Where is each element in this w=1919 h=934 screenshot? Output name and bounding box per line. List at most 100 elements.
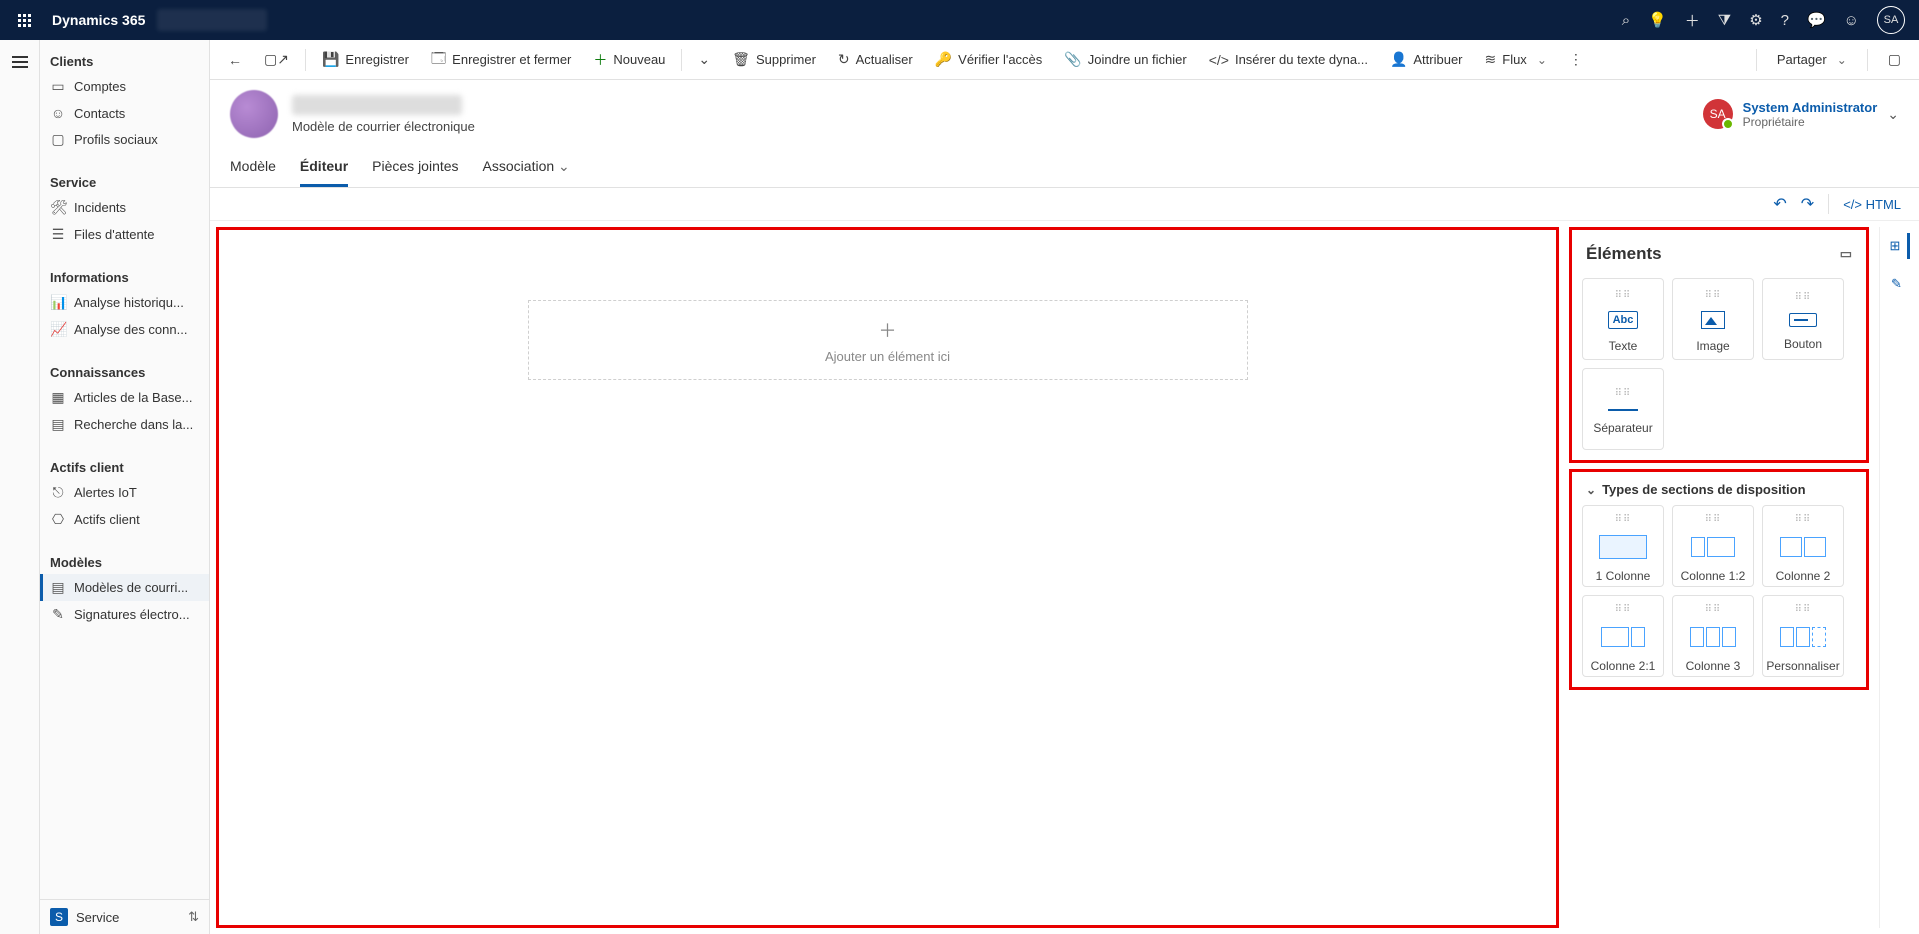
overflow-button[interactable]: ⋮ xyxy=(1559,45,1593,74)
nav-item-label: Files d'attente xyxy=(74,227,155,242)
cmd-label: Partager xyxy=(1777,52,1827,67)
layout-column-2[interactable]: ⠿⠿ Colonne 2 xyxy=(1762,505,1844,587)
layout-1-column[interactable]: ⠿⠿ 1 Colonne xyxy=(1582,505,1664,587)
grip-icon: ⠿⠿ xyxy=(1615,388,1632,399)
filter-icon[interactable]: ⧩ xyxy=(1718,12,1731,29)
nav-item-queues[interactable]: ☰Files d'attente xyxy=(40,221,209,248)
lightbulb-icon[interactable]: 💡 xyxy=(1648,11,1667,29)
panel-icon: ▢ xyxy=(1888,51,1901,68)
nav-item-contacts[interactable]: ☺ Contacts xyxy=(40,100,209,126)
nav-group-clients: Clients xyxy=(40,46,209,73)
nav-item-email-signatures[interactable]: ✎Signatures électro... xyxy=(40,601,209,628)
app-name-blurred xyxy=(157,9,267,31)
new-button[interactable]: ＋Nouveau xyxy=(583,44,675,76)
layout-column-3[interactable]: ⠿⠿ Colonne 3 xyxy=(1672,595,1754,677)
nav-item-customer-assets[interactable]: ⎔ Actifs client xyxy=(40,506,209,533)
nav-item-social-profiles[interactable]: ▢Profils sociaux xyxy=(40,126,209,153)
nav-item-knowledge-analytics[interactable]: 📈Analyse des conn... xyxy=(40,316,209,343)
share-button[interactable]: Partager xyxy=(1767,46,1857,73)
chevron-down-icon[interactable]: ⌄ xyxy=(1586,483,1596,497)
nav-item-kb-articles[interactable]: ▦Articles de la Base... xyxy=(40,384,209,411)
cmd-label: Insérer du texte dyna... xyxy=(1235,52,1368,67)
tab-model[interactable]: Modèle xyxy=(230,148,276,187)
template-icon: ▤ xyxy=(50,579,66,596)
layouts-panel: ⌄ Types de sections de disposition ⠿⠿ 1 … xyxy=(1569,469,1869,690)
elements-tools-button[interactable]: ⊞ xyxy=(1884,233,1910,259)
refresh-button[interactable]: ↻Actualiser xyxy=(828,45,923,74)
empty-drop-zone[interactable]: ＋ Ajouter un élément ici xyxy=(528,300,1248,380)
help-icon[interactable]: ? xyxy=(1781,12,1789,29)
user-avatar[interactable]: SA xyxy=(1877,6,1905,34)
layout-custom[interactable]: ⠿⠿ Personnaliser xyxy=(1762,595,1844,677)
check-access-button[interactable]: 🔑Vérifier l'accès xyxy=(925,45,1053,74)
col21-icon xyxy=(1599,625,1647,649)
nav-item-incidents[interactable]: 🛠Incidents xyxy=(40,194,209,221)
attach-file-button[interactable]: 📎Joindre un fichier xyxy=(1054,45,1196,74)
screen-icon[interactable]: ▭ xyxy=(1840,246,1852,262)
copilot-pane-button[interactable]: ▢ xyxy=(1878,45,1911,74)
custom-icon xyxy=(1779,625,1827,649)
popout-icon: ▢↗ xyxy=(264,51,289,68)
iot-icon: ⎋ xyxy=(50,484,66,501)
nav-item-label: Contacts xyxy=(74,106,125,121)
nav-item-email-templates[interactable]: ▤ Modèles de courri... xyxy=(40,574,209,601)
area-chevron-icon: ⇅ xyxy=(188,909,199,925)
smile-icon[interactable]: ☺ xyxy=(1844,12,1859,29)
chevron-down-icon: ⌄ xyxy=(698,51,710,68)
nav-item-label: Actifs client xyxy=(74,512,140,527)
tab-association[interactable]: Association xyxy=(483,148,570,187)
flow-icon: ≋ xyxy=(1485,51,1497,68)
element-text[interactable]: ⠿⠿ Abc Texte xyxy=(1582,278,1664,360)
record-title-blurred xyxy=(292,95,462,115)
assign-button[interactable]: 👤Attribuer xyxy=(1380,45,1473,74)
redo-button[interactable]: ↷ xyxy=(1801,194,1814,214)
save-close-button[interactable]: 🗔Enregistrer et fermer xyxy=(421,42,581,78)
save-button[interactable]: 💾Enregistrer xyxy=(312,45,419,74)
nav-group-info: Informations xyxy=(40,262,209,289)
person-icon: ☺ xyxy=(50,105,66,121)
delete-button[interactable]: 🗑Supprimer xyxy=(722,45,826,74)
element-button[interactable]: ⠿⠿ Bouton xyxy=(1762,278,1844,360)
back-button[interactable]: ← xyxy=(218,46,252,74)
undo-button[interactable]: ↶ xyxy=(1773,194,1786,214)
grip-icon: ⠿⠿ xyxy=(1615,290,1632,301)
app-launcher-button[interactable] xyxy=(8,14,40,27)
gear-icon[interactable]: ⚙ xyxy=(1749,11,1762,29)
insert-dynamic-button[interactable]: </>Insérer du texte dyna... xyxy=(1199,46,1378,74)
canvas-area[interactable]: ＋ Ajouter un élément ici xyxy=(216,227,1559,928)
settings-tools-button[interactable]: ✎ xyxy=(1884,271,1910,297)
element-divider[interactable]: ⠿⠿ Séparateur xyxy=(1582,368,1664,450)
area-icon: S xyxy=(50,908,68,926)
nav-toggle-button[interactable] xyxy=(6,50,34,74)
flow-button[interactable]: ≋Flux xyxy=(1475,45,1557,74)
nav-item-iot-alerts[interactable]: ⎋Alertes IoT xyxy=(40,479,209,506)
nav-item-label: Modèles de courri... xyxy=(74,580,188,595)
command-bar: ← ▢↗ 💾Enregistrer 🗔Enregistrer et fermer… xyxy=(210,40,1919,80)
plus-icon[interactable]: ＋ xyxy=(1685,10,1700,31)
asset-icon: ⎔ xyxy=(50,511,66,528)
tab-attachments[interactable]: Pièces jointes xyxy=(372,148,458,187)
tile-label: Bouton xyxy=(1784,337,1822,351)
new-split-button[interactable]: ⌄ xyxy=(688,45,720,74)
search-icon[interactable]: ⌕ xyxy=(1622,12,1630,29)
grip-icon: ⠿⠿ xyxy=(1795,292,1812,303)
area-switcher[interactable]: S Service ⇅ xyxy=(40,899,209,934)
open-new-window-button[interactable]: ▢↗ xyxy=(254,45,299,74)
chat-icon[interactable]: 💬 xyxy=(1807,11,1826,29)
chevron-down-icon[interactable]: ⌄ xyxy=(1887,106,1899,123)
waffle-icon xyxy=(18,14,31,27)
area-label: Service xyxy=(76,910,119,925)
layout-column-1-2[interactable]: ⠿⠿ Colonne 1:2 xyxy=(1672,505,1754,587)
nav-item-accounts[interactable]: ▭Comptes xyxy=(40,73,209,100)
drop-placeholder: Ajouter un élément ici xyxy=(825,349,950,364)
layout-column-2-1[interactable]: ⠿⠿ Colonne 2:1 xyxy=(1582,595,1664,677)
element-image[interactable]: ⠿⠿ Image xyxy=(1672,278,1754,360)
owner-role: Propriétaire xyxy=(1743,115,1878,129)
nav-item-historical-analytics[interactable]: 📊Analyse historiqu... xyxy=(40,289,209,316)
owner-block[interactable]: SA System Administrator Propriétaire ⌄ xyxy=(1703,99,1899,129)
tab-editor[interactable]: Éditeur xyxy=(300,148,348,187)
nav-item-kb-search[interactable]: ▤Recherche dans la... xyxy=(40,411,209,438)
html-view-button[interactable]: </> HTML xyxy=(1843,197,1901,212)
nav-item-label: Incidents xyxy=(74,200,126,215)
editor-side-tools: ⊞ ✎ xyxy=(1879,227,1913,928)
